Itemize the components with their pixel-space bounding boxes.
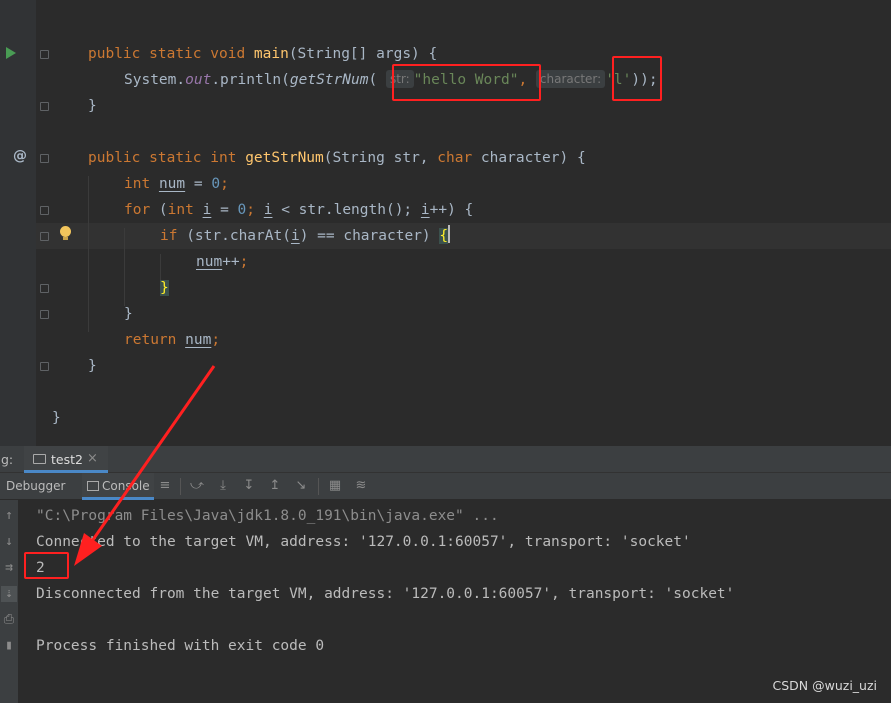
toolbar-separator: [180, 478, 181, 495]
tab-debugger[interactable]: Debugger: [6, 479, 65, 493]
debug-toolbar: Debugger Console ≡ ⤻ ⤓ ↧ ↧ ↥ ↘ ▦ ≋: [0, 473, 891, 500]
text-cursor: [448, 225, 451, 243]
step-over-icon[interactable]: ⤓: [216, 479, 230, 493]
code-line-if[interactable]: if (str.charAt(i) == character) {: [160, 223, 451, 249]
fold-marker-icon[interactable]: [40, 310, 49, 319]
indent-guide: [124, 228, 125, 306]
fold-marker-icon[interactable]: [40, 284, 49, 293]
code-line-close-if[interactable]: }: [160, 275, 169, 301]
fold-marker-icon[interactable]: [40, 154, 49, 163]
code-line-increment[interactable]: num++;: [196, 249, 248, 275]
clear-all-icon[interactable]: ▮: [1, 638, 17, 654]
step-out-icon[interactable]: ↥: [268, 479, 282, 493]
scroll-up-icon[interactable]: ↑: [1, 508, 17, 524]
code-line-method-signature[interactable]: public static int getStrNum(String str, …: [88, 145, 586, 171]
code-line-for[interactable]: for (int i = 0; i < str.length(); i++) {: [124, 197, 473, 223]
console-line-command: "C:\Program Files\Java\jdk1.8.0_191\bin\…: [36, 508, 499, 524]
lightbulb-base: [63, 237, 68, 240]
tab-console[interactable]: Console: [82, 473, 154, 500]
toolbar-separator: [318, 478, 319, 495]
fold-marker-icon[interactable]: [40, 102, 49, 111]
close-tab-icon[interactable]: ×: [87, 451, 98, 466]
tool-window-header: g: test2 ×: [0, 446, 891, 473]
lightbulb-icon[interactable]: [60, 226, 71, 237]
show-execution-point-icon[interactable]: ⤻: [190, 479, 204, 493]
trace-icon[interactable]: ≋: [354, 479, 368, 493]
run-config-icon: [33, 454, 46, 464]
run-tab-test2[interactable]: test2 ×: [24, 446, 108, 473]
console-icon: [87, 481, 99, 491]
editor-gutter: [0, 0, 36, 446]
console-output[interactable]: "C:\Program Files\Java\jdk1.8.0_191\bin\…: [18, 500, 891, 703]
parameter-hint-str: str:: [385, 70, 414, 88]
code-line-return[interactable]: return num;: [124, 327, 220, 353]
parameter-hint-character: character:: [535, 70, 606, 88]
fold-marker-icon[interactable]: [40, 206, 49, 215]
console-line-connected: Connected to the target VM, address: '12…: [36, 534, 691, 550]
tool-window-label: g:: [1, 452, 14, 467]
scroll-to-end-icon[interactable]: ⇣: [1, 586, 17, 602]
code-editor[interactable]: @ public static void main(String[] args)…: [0, 0, 891, 446]
evaluate-expression-icon[interactable]: ▦: [328, 479, 342, 493]
code-line-close-for[interactable]: }: [124, 301, 133, 327]
code-line-close-main[interactable]: }: [88, 93, 97, 119]
code-line-println[interactable]: System.out.println(getStrNum( str: "hello…: [124, 67, 658, 93]
override-at-icon[interactable]: @: [13, 148, 27, 164]
print-icon[interactable]: ⎙: [1, 612, 17, 628]
fold-marker-icon[interactable]: [40, 232, 49, 241]
run-tool-window: g: test2 × Debugger Console ≡ ⤻ ⤓ ↧ ↧ ↥ …: [0, 446, 891, 703]
console-line-disconnected: Disconnected from the target VM, address…: [36, 586, 735, 602]
code-line-close-class[interactable]: }: [52, 405, 61, 431]
fold-marker-icon[interactable]: [40, 50, 49, 59]
console-line-output: 2: [36, 560, 45, 576]
menu-icon[interactable]: ≡: [158, 479, 172, 493]
scroll-down-icon[interactable]: ↓: [1, 534, 17, 550]
soft-wrap-icon[interactable]: ⇉: [1, 560, 17, 576]
indent-guide: [88, 176, 89, 332]
watermark: CSDN @wuzi_uzi: [772, 678, 878, 693]
fold-marker-icon[interactable]: [40, 362, 49, 371]
console-line-finished: Process finished with exit code 0: [36, 638, 325, 654]
run-icon[interactable]: [6, 47, 16, 59]
run-to-cursor-icon[interactable]: ↘: [294, 479, 308, 493]
code-line-close-method[interactable]: }: [88, 353, 97, 379]
code-line-main-signature[interactable]: public static void main(String[] args) {: [88, 41, 437, 67]
console-side-toolbar: ↑ ↓ ⇉ ⇣ ⎙ ▮: [0, 500, 18, 703]
code-line-declaration[interactable]: int num = 0;: [124, 171, 229, 197]
